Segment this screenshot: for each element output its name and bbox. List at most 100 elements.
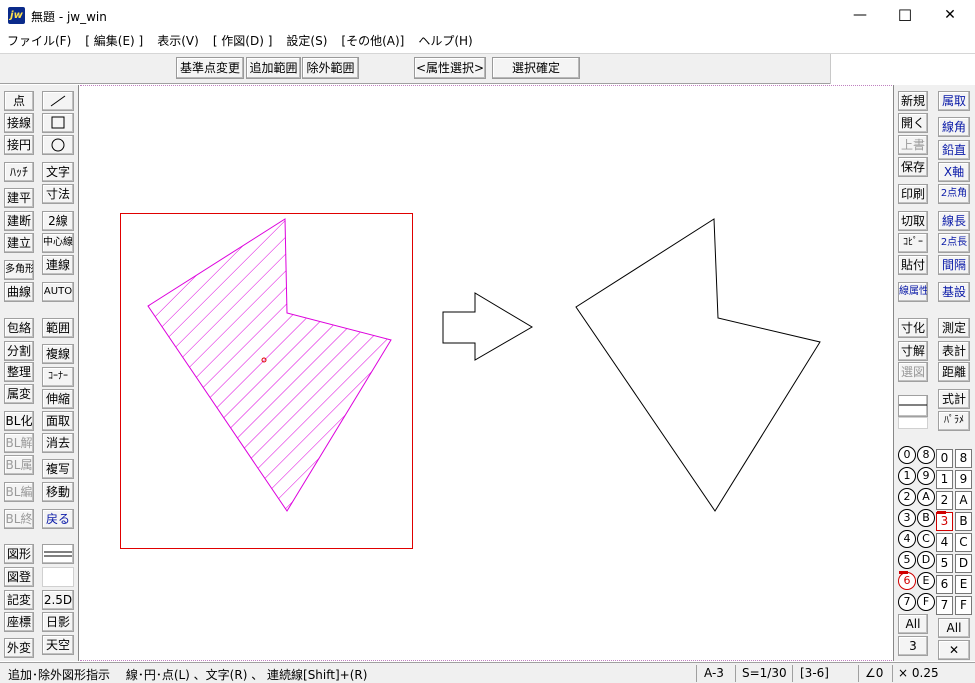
- tool-print[interactable]: 印刷: [898, 184, 928, 204]
- layer-group-9[interactable]: 9: [917, 467, 935, 485]
- layer-group-1[interactable]: 1: [898, 467, 916, 485]
- tool-figure-register[interactable]: 図登: [4, 567, 34, 587]
- tool-paste[interactable]: 貼付: [898, 255, 928, 275]
- status-angle[interactable]: ∠0: [865, 666, 883, 680]
- layer-2[interactable]: 2: [936, 491, 953, 510]
- layer-b[interactable]: B: [955, 512, 972, 531]
- tool-cut[interactable]: 切取: [898, 211, 928, 231]
- layer-6[interactable]: 6: [936, 575, 953, 594]
- tool-interval[interactable]: 間隔: [938, 255, 970, 275]
- menu-file[interactable]: ファイル(F): [0, 32, 78, 52]
- tool-auto[interactable]: AUTO: [42, 282, 74, 302]
- menu-other[interactable]: [その他(A)]: [334, 32, 411, 52]
- tool-arrange[interactable]: 整理: [4, 362, 34, 382]
- tool-two-point-angle[interactable]: 2点角: [938, 184, 970, 204]
- tool-symbol-change[interactable]: 記変: [4, 590, 34, 610]
- tool-new[interactable]: 新規: [898, 91, 928, 111]
- layer-group-0[interactable]: 0: [898, 446, 916, 464]
- close-button[interactable]: ✕: [927, 0, 973, 30]
- add-range-button[interactable]: 追加範囲: [246, 57, 301, 79]
- tool-vertical[interactable]: 鉛直: [938, 140, 970, 160]
- layer-group-c[interactable]: C: [917, 530, 935, 548]
- tool-section[interactable]: 建断: [4, 211, 34, 231]
- tool-dimension-explode[interactable]: 寸解: [898, 341, 928, 361]
- exclude-range-button[interactable]: 除外範囲: [302, 57, 359, 79]
- attribute-select-button[interactable]: <属性選択>: [414, 57, 486, 79]
- layer-9[interactable]: 9: [955, 470, 972, 489]
- current-layer-group[interactable]: 3: [898, 636, 928, 656]
- tool-parameter[interactable]: ﾊﾟﾗﾒ: [938, 411, 970, 431]
- close-icon[interactable]: ✕: [938, 640, 970, 660]
- status-layer[interactable]: [3-6]: [800, 666, 829, 680]
- tool-dimension[interactable]: 寸法: [42, 184, 74, 204]
- tool-stretch[interactable]: 伸縮: [42, 389, 74, 409]
- result-polygon[interactable]: [575, 218, 821, 512]
- tool-attribute-change[interactable]: 属変: [4, 384, 34, 404]
- layer-group-all-button[interactable]: All: [898, 614, 928, 634]
- tool-tangent-circle[interactable]: 接円: [4, 135, 34, 155]
- status-scale[interactable]: S=1/30: [742, 666, 787, 680]
- layer-group-d[interactable]: D: [917, 551, 935, 569]
- layer-group-7[interactable]: 7: [898, 593, 916, 611]
- layer-group-5[interactable]: 5: [898, 551, 916, 569]
- tool-undo[interactable]: 戻る: [42, 509, 74, 529]
- status-zoom-factor[interactable]: × 0.25: [898, 666, 939, 680]
- tool-offset-line[interactable]: 複線: [42, 344, 74, 364]
- layer-f[interactable]: F: [955, 596, 972, 615]
- tool-text[interactable]: 文字: [42, 162, 74, 182]
- tool-continuous-line[interactable]: 連線: [42, 255, 74, 275]
- tool-x-axis[interactable]: X軸: [938, 162, 970, 182]
- tool-double-line[interactable]: 2線: [42, 211, 74, 231]
- layer-1[interactable]: 1: [936, 470, 953, 489]
- tool-polygon[interactable]: 多角形: [4, 260, 34, 280]
- maximize-button[interactable]: ☐: [882, 0, 928, 30]
- line-tool-icon[interactable]: [42, 91, 74, 111]
- menu-settings[interactable]: 設定(S): [279, 32, 334, 52]
- tool-divide[interactable]: 分割: [4, 341, 34, 361]
- tool-corner[interactable]: ｺｰﾅｰ: [42, 367, 74, 387]
- tool-move[interactable]: 移動: [42, 482, 74, 502]
- layer-e[interactable]: E: [955, 575, 972, 594]
- drawing-canvas[interactable]: [80, 85, 892, 661]
- tool-chamfer[interactable]: 面取: [42, 411, 74, 431]
- tool-dimension-create[interactable]: 寸化: [898, 318, 928, 338]
- tool-copy[interactable]: 複写: [42, 459, 74, 479]
- layer-5[interactable]: 5: [936, 554, 953, 573]
- tool-two-point-length[interactable]: 2点長: [938, 233, 970, 253]
- line-color-preview[interactable]: [898, 395, 928, 417]
- tool-base-settings[interactable]: 基設: [938, 282, 970, 302]
- tool-line-attribute[interactable]: 線属性: [898, 282, 928, 302]
- line-type-preview[interactable]: [42, 544, 74, 564]
- layer-8[interactable]: 8: [955, 449, 972, 468]
- tool-table-calc[interactable]: 表計: [938, 341, 970, 361]
- layer-group-b[interactable]: B: [917, 509, 935, 527]
- layer-group-a[interactable]: A: [917, 488, 935, 506]
- tool-line-angle[interactable]: 線角: [938, 117, 970, 137]
- tool-2-5d[interactable]: 2.5D: [42, 590, 74, 610]
- tool-curve[interactable]: 曲線: [4, 282, 34, 302]
- layer-group-3[interactable]: 3: [898, 509, 916, 527]
- layer-3[interactable]: 3: [936, 511, 953, 531]
- menu-edit[interactable]: [ 編集(E) ]: [78, 32, 150, 52]
- tool-line-length[interactable]: 線長: [938, 211, 970, 231]
- layer-0[interactable]: 0: [936, 449, 953, 468]
- confirm-selection-button[interactable]: 選択確定: [492, 57, 580, 79]
- tool-save[interactable]: 保存: [898, 157, 928, 177]
- tool-range[interactable]: 範囲: [42, 318, 74, 338]
- tool-measure[interactable]: 測定: [938, 318, 970, 338]
- layer-all-button[interactable]: All: [938, 618, 970, 638]
- tool-point[interactable]: 点: [4, 91, 34, 111]
- tool-distance[interactable]: 距離: [938, 362, 970, 382]
- tool-block-create[interactable]: BL化: [4, 411, 34, 431]
- layer-c[interactable]: C: [955, 533, 972, 552]
- layer-a[interactable]: A: [955, 491, 972, 510]
- tool-formula-calc[interactable]: 式計: [938, 389, 970, 409]
- tool-center-line[interactable]: 中心線: [42, 233, 74, 253]
- menu-draw[interactable]: [ 作図(D) ]: [206, 32, 280, 52]
- tool-tangent-line[interactable]: 接線: [4, 113, 34, 133]
- minimize-button[interactable]: —: [837, 0, 883, 30]
- tool-attribute-get[interactable]: 属取: [938, 91, 970, 111]
- circle-tool-icon[interactable]: [42, 135, 74, 155]
- layer-4[interactable]: 4: [936, 533, 953, 552]
- layer-group-f[interactable]: F: [917, 593, 935, 611]
